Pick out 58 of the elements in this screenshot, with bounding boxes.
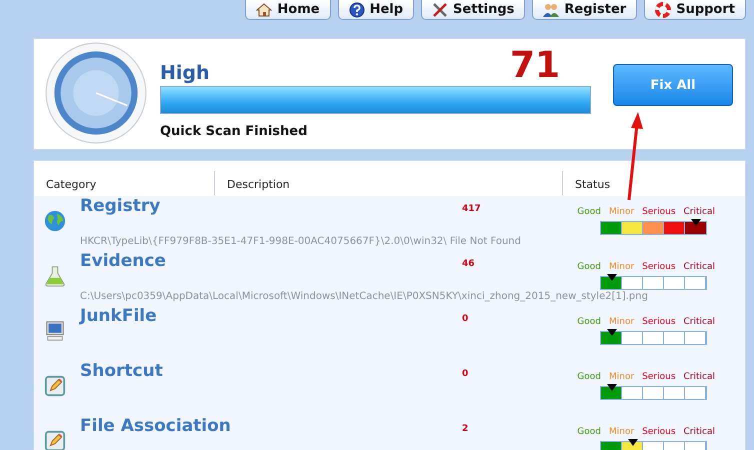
flask-icon [44,265,66,287]
severity-label: Good [577,427,601,437]
column-header: Status [562,171,745,195]
risk-rating: High [160,62,211,84]
lifebuoy-icon [655,2,672,18]
scan-status-text: Quick Scan Finished [160,124,308,138]
category-name: JunkFile [80,306,157,326]
severity-label: Serious [642,427,676,437]
severity-label: Good [577,317,601,327]
house-icon [256,2,272,18]
severity-label: Minor [608,207,634,217]
column-header: Category [45,177,98,193]
issue-count: 46 [462,259,475,269]
severity-label: Serious [642,207,676,217]
severity-label: Minor [608,262,634,272]
severity-label: Minor [608,427,634,437]
tools-icon [432,2,448,18]
severity-label: Serious [642,372,676,382]
nav-button[interactable]: Settings [421,0,526,20]
issue-path: HKCR\TypeLib\{FF979F8B-35E1-47F1-998E-00AC4075667F}\2.0\0\win32\ File Not Found [80,236,521,247]
issue-count: 0 [462,314,468,324]
category-name: File Association [80,416,231,436]
severity-label: Minor [608,317,634,327]
column-header: Description [214,171,562,195]
severity-label: Critical [684,372,715,382]
pencil-icon [44,375,66,397]
nav-button[interactable]: Support [644,0,746,20]
category-name: Registry [80,196,160,216]
globe-icon [44,210,66,232]
severity-label: Critical [684,262,715,272]
nav-button[interactable]: Help [338,0,414,20]
severity-label: Critical [684,207,715,217]
nav-button[interactable]: Register [532,0,638,20]
severity-label: Critical [684,427,715,437]
pointer-icon [628,439,638,446]
category-name: Shortcut [80,361,163,381]
pointer-icon [607,384,617,391]
issue-count: 0 [462,369,468,379]
issue-count: 417 [462,204,481,214]
severity-label: Serious [642,317,676,327]
computer-icon [44,320,66,342]
issue-count: 2 [462,424,468,434]
severity-label: Good [577,262,601,272]
severity-label: Serious [642,262,676,272]
pencil-icon [44,430,66,450]
nav-button[interactable]: Home [245,0,331,20]
pointer-icon [607,274,617,281]
severity-label: Minor [608,372,634,382]
severity-label: Good [577,207,601,217]
score-number: 71 [510,48,560,84]
severity-label: Good [577,372,601,382]
issue-path: C:\Users\pc0359\AppData\Local\Microsoft\Windows\INetCache\IE\P0XSN5KY\xinci_zhong_2015_new_style2[1].png [80,291,648,302]
pointer-icon [607,329,617,336]
pointer-icon [691,219,701,226]
users-icon [543,2,560,18]
severity-label: Critical [684,317,715,327]
help-icon [348,2,365,18]
category-name: Evidence [80,251,166,271]
